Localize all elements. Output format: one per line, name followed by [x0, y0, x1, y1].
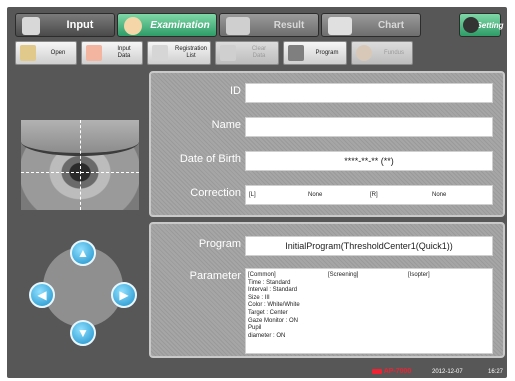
id-field[interactable]: [245, 83, 493, 103]
model-name: AP-7000: [383, 368, 412, 375]
tab-chart-label: Chart: [377, 19, 405, 31]
arrow-up-icon: ▲: [77, 246, 89, 260]
eraser-icon: [220, 45, 236, 61]
result-grid-icon: [226, 17, 250, 35]
input-data-label: Input Data: [117, 46, 131, 59]
col-common-header: [Common]: [248, 272, 276, 278]
eye-camera-view: [21, 120, 139, 210]
col-isopter-header: [Isopter]: [408, 272, 430, 278]
arrow-left-icon: ◀: [37, 288, 47, 302]
program-panel: Program InitialProgram(ThresholdCenter1(…: [149, 222, 505, 358]
parameter-common-column: [Common] Time : Standard Interval : Stan…: [248, 272, 300, 340]
list-icon: [152, 45, 168, 61]
fundus-icon: [356, 45, 372, 61]
parameter-label: Parameter: [189, 270, 241, 282]
setting-label: Setting: [476, 20, 504, 30]
program-label: Program: [315, 49, 339, 56]
name-label: Name: [211, 119, 241, 131]
tab-result[interactable]: Result: [219, 13, 319, 37]
correction-right-tag: [R]: [370, 192, 378, 198]
correction-field[interactable]: [L] None [R] None: [245, 185, 493, 205]
parameter-box: [Common] Time : Standard Interval : Stan…: [245, 268, 493, 354]
arrow-up-button[interactable]: ▲: [70, 240, 96, 266]
fundus-button[interactable]: Fundus: [351, 41, 413, 65]
common-line: Target : Center: [248, 309, 288, 316]
crosshair-vertical: [80, 120, 81, 210]
common-line: diameter : ON: [248, 332, 286, 339]
common-line: Time : Standard: [248, 279, 291, 286]
common-line: Pupil: [248, 325, 262, 332]
folder-icon: [20, 45, 36, 61]
program-field[interactable]: InitialProgram(ThresholdCenter1(Quick1)): [245, 236, 493, 256]
correction-label: Correction: [190, 187, 241, 199]
crosshair-horizontal: [21, 172, 139, 173]
patient-info-panel: ID Name Date of Birth ****-**-** (**) Co…: [149, 71, 505, 217]
correction-left-value: None: [308, 192, 323, 198]
main-window: Input Examination Result Chart Setting O…: [7, 7, 507, 378]
tab-input-label: Input: [66, 19, 94, 31]
arrow-left-button[interactable]: ◀: [29, 282, 55, 308]
tab-chart[interactable]: Chart: [321, 13, 421, 37]
setting-button[interactable]: Setting: [459, 13, 504, 37]
col-screening-header: [Screening]: [328, 272, 359, 278]
gear-icon: [463, 17, 479, 33]
clear-data-button[interactable]: Clear Data: [215, 41, 279, 65]
arrow-down-button[interactable]: ▼: [70, 320, 96, 346]
fundus-label: Fundus: [383, 49, 404, 56]
program-button[interactable]: Program: [283, 41, 347, 65]
name-field[interactable]: [245, 117, 493, 137]
dob-field[interactable]: ****-**-** (**): [245, 151, 493, 171]
model-logo: AP-7000: [372, 368, 411, 375]
arrow-right-icon: ▶: [119, 288, 129, 302]
program-field-label: Program: [198, 238, 241, 250]
footer-time: 16:27: [488, 369, 504, 375]
correction-left-tag: [L]: [249, 192, 256, 198]
tab-result-label: Result: [273, 19, 305, 31]
arrow-right-button[interactable]: ▶: [111, 282, 137, 308]
arrow-down-icon: ▼: [77, 326, 89, 340]
id-label: ID: [230, 85, 241, 97]
input-data-button[interactable]: Input Data: [81, 41, 143, 65]
tab-input[interactable]: Input: [15, 13, 115, 37]
open-label: Open: [50, 49, 66, 56]
patient-icon: [86, 45, 102, 61]
common-line: Color : White/White: [248, 302, 300, 309]
clear-data-label: Clear Data: [251, 46, 267, 59]
brand-logo-icon: [372, 368, 382, 374]
common-line: Size : ΙΙΙ: [248, 294, 270, 301]
dob-label: Date of Birth: [179, 153, 241, 165]
chart-icon: [328, 17, 352, 35]
face-icon: [124, 17, 142, 35]
pen-icon: [22, 17, 40, 35]
footer-date: 2012-12-07: [432, 369, 463, 375]
tab-examination[interactable]: Examination: [117, 13, 217, 37]
common-line: Interval : Standard: [248, 287, 298, 294]
registration-list-label: Registration List: [174, 46, 207, 59]
tab-examination-label: Examination: [150, 19, 210, 31]
open-button[interactable]: Open: [15, 41, 77, 65]
registration-list-button[interactable]: Registration List: [147, 41, 211, 65]
program-grid-icon: [288, 45, 304, 61]
common-line: Gaze Monitor : ON: [248, 317, 299, 324]
correction-right-value: None: [432, 192, 447, 198]
